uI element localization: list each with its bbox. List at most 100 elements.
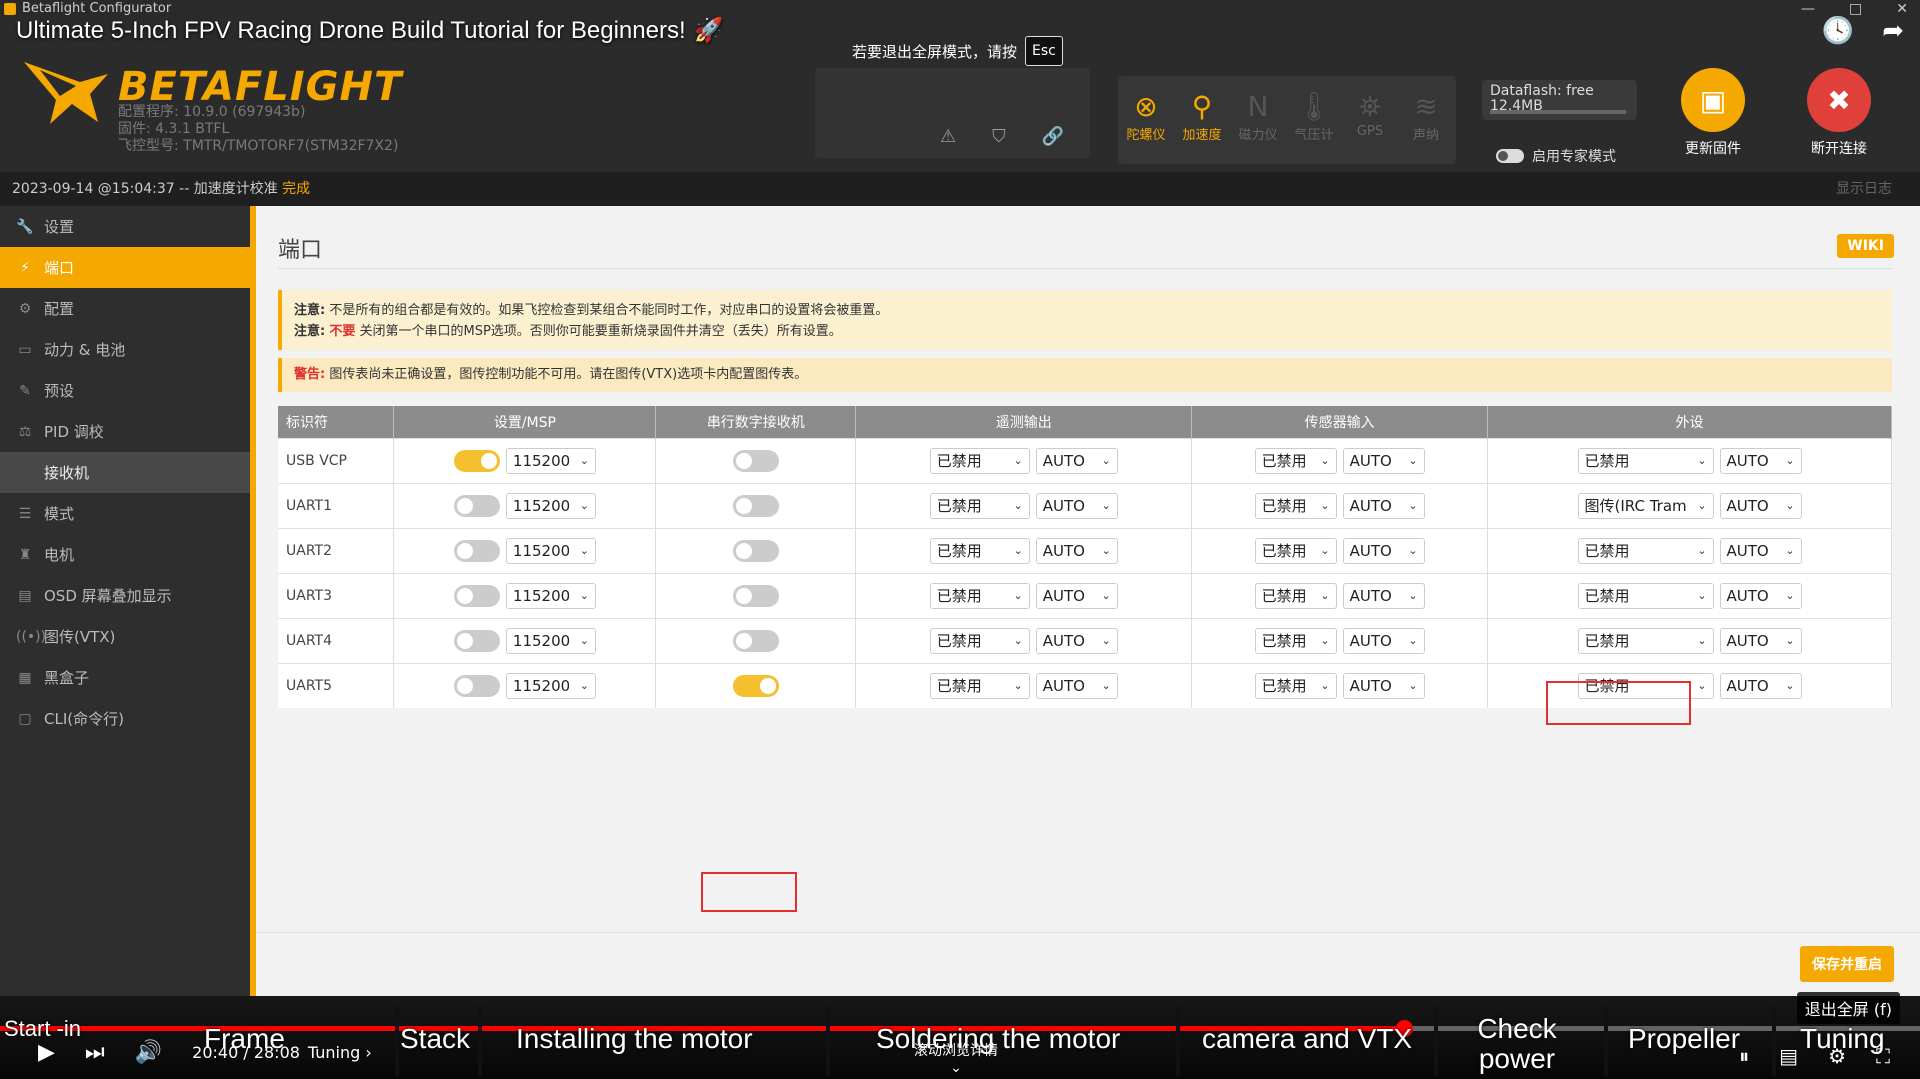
msp-baud-select[interactable]: 115200 ⌄ — [505, 627, 596, 654]
chapter-label[interactable]: Propeller — [1628, 1024, 1740, 1054]
update-firmware-label: 更新固件 — [1685, 141, 1741, 157]
save-reboot-button[interactable]: 保存并重启 — [1800, 946, 1894, 982]
msp-toggle[interactable] — [453, 539, 500, 562]
sensor-select[interactable]: 已禁用 ⌄ — [1254, 582, 1337, 609]
msp-toggle[interactable] — [453, 494, 500, 517]
video-title[interactable]: Ultimate 5-Inch FPV Racing Drone Build T… — [16, 16, 724, 45]
sensor-select[interactable]: 已禁用 ⌄ — [1254, 672, 1337, 699]
chapter-label[interactable]: Check power — [1472, 1014, 1562, 1074]
sidebar-item-setup[interactable]: 🔧 设置 — [0, 206, 250, 247]
sensor-select[interactable]: 已禁用 ⌄ — [1254, 447, 1337, 474]
peripheral-select[interactable]: 图传(IRC Tram ⌄ — [1577, 492, 1714, 519]
sidebar-item-pid[interactable]: ⚖ PID 调校 — [0, 411, 250, 452]
telemetry-select[interactable]: 已禁用 ⌄ — [929, 537, 1030, 564]
telemetry-select[interactable]: 已禁用 ⌄ — [929, 627, 1030, 654]
wiki-button[interactable]: WIKI — [1837, 234, 1894, 258]
peripheral-select[interactable]: 已禁用 ⌄ — [1577, 582, 1714, 609]
sidebar-item-receiver[interactable]: 接收机 — [0, 452, 250, 493]
chapter-label[interactable]: Start -in — [4, 1016, 81, 1042]
chapter-label[interactable]: camera and VTX — [1202, 1024, 1412, 1054]
chapter-label[interactable]: Installing the motor — [516, 1024, 753, 1054]
expert-mode[interactable]: 启用专家模式 — [1496, 146, 1616, 166]
peripheral-baud-select[interactable]: AUTO ⌄ — [1719, 627, 1802, 654]
telemetry-select[interactable]: 已禁用 ⌄ — [929, 447, 1030, 474]
sensor-select[interactable]: 已禁用 ⌄ — [1254, 537, 1337, 564]
peripheral-baud-select[interactable]: AUTO ⌄ — [1719, 537, 1802, 564]
peripheral-baud-select[interactable]: AUTO ⌄ — [1719, 447, 1802, 474]
telemetry-baud-select[interactable]: AUTO ⌄ — [1035, 492, 1118, 519]
exit-fullscreen-icon[interactable]: ⛶ — [1876, 1044, 1890, 1068]
app-icon — [4, 3, 16, 15]
chevron-down-icon: ⌄ — [579, 634, 589, 647]
telemetry-baud-select[interactable]: AUTO ⌄ — [1035, 672, 1118, 699]
telemetry-select[interactable]: 已禁用 ⌄ — [929, 582, 1030, 609]
sensor-baud-select[interactable]: AUTO ⌄ — [1342, 582, 1425, 609]
watch-later-icon[interactable]: 🕓 — [1822, 16, 1854, 46]
msp-toggle[interactable] — [453, 674, 500, 697]
peripheral-select[interactable]: 已禁用 ⌄ — [1577, 447, 1714, 474]
sensor-select[interactable]: 已禁用 ⌄ — [1254, 492, 1337, 519]
serial-rx-toggle[interactable] — [732, 584, 779, 607]
msp-baud-select[interactable]: 115200 ⌄ — [505, 582, 596, 609]
msp-baud-select[interactable]: 115200 ⌄ — [505, 537, 596, 564]
sidebar-item-blackbox[interactable]: ▦ 黑盒子 — [0, 657, 250, 698]
sensor-baud-select[interactable]: AUTO ⌄ — [1342, 492, 1425, 519]
msp-toggle[interactable] — [453, 449, 500, 472]
scroll-details-hint[interactable]: 滚动浏览详情 ⌄ — [914, 1040, 998, 1076]
sensor-select[interactable]: 已禁用 ⌄ — [1254, 627, 1337, 654]
serial-rx-toggle[interactable] — [732, 674, 779, 697]
port-row: USB VCP 115200 ⌄ 已禁用 ⌄ AUTO ⌄ 已禁用 ⌄ AUTO ⌄ 已禁用 ⌄ AUTO… — [278, 437, 1892, 483]
share-icon[interactable]: ➦ — [1882, 16, 1904, 46]
msp-baud-select[interactable]: 115200 ⌄ — [505, 447, 596, 474]
telemetry-baud-select[interactable]: AUTO ⌄ — [1035, 582, 1118, 609]
disconnect-button[interactable]: ✖ 断开连接 — [1794, 68, 1884, 158]
serial-rx-toggle[interactable] — [732, 449, 779, 472]
next-icon[interactable]: ⏭ — [85, 1040, 105, 1065]
minimize-button[interactable]: — — [1801, 0, 1815, 18]
sidebar-item-configuration[interactable]: ⚙ 配置 — [0, 288, 250, 329]
chapter-label[interactable]: Soldering the motor — [876, 1024, 1120, 1054]
sidebar-item-ports[interactable]: ⚡ 端口 — [0, 247, 250, 288]
msp-baud-select[interactable]: 115200 ⌄ — [505, 492, 596, 519]
msp-toggle[interactable] — [453, 584, 500, 607]
sidebar-item-vtx[interactable]: ((•)) 图传(VTX) — [0, 616, 250, 657]
telemetry-baud-select[interactable]: AUTO ⌄ — [1035, 537, 1118, 564]
sidebar-item-power[interactable]: ▭ 动力 & 电池 — [0, 329, 250, 370]
peripheral-select[interactable]: 已禁用 ⌄ — [1577, 627, 1714, 654]
sensor-baud-select[interactable]: AUTO ⌄ — [1342, 447, 1425, 474]
msp-toggle[interactable] — [453, 629, 500, 652]
expert-mode-toggle[interactable] — [1496, 149, 1524, 163]
autoplay-toggle-icon[interactable]: ⏸ — [1739, 1044, 1749, 1068]
peripheral-baud-select[interactable]: AUTO ⌄ — [1719, 582, 1802, 609]
sidebar-item-modes[interactable]: ☰ 模式 — [0, 493, 250, 534]
sensor-baud-select[interactable]: AUTO ⌄ — [1342, 537, 1425, 564]
subtitles-icon[interactable]: ▤ — [1779, 1044, 1798, 1068]
sidebar-item-motors[interactable]: ♜ 电机 — [0, 534, 250, 575]
current-chapter[interactable]: Tuning › — [308, 1043, 372, 1062]
chevron-down-icon: ⌄ — [1408, 634, 1418, 647]
play-icon[interactable]: ▶ — [38, 1040, 55, 1065]
chapter-label[interactable]: Stack — [400, 1024, 470, 1054]
update-firmware-button[interactable]: ▣ 更新固件 — [1668, 68, 1758, 158]
telemetry-baud-select[interactable]: AUTO ⌄ — [1035, 627, 1118, 654]
peripheral-baud-select[interactable]: AUTO ⌄ — [1719, 672, 1802, 699]
volume-icon[interactable]: 🔊 — [135, 1040, 162, 1065]
msp-baud-select[interactable]: 115200 ⌄ — [505, 672, 596, 699]
sidebar-item-osd[interactable]: ▤ OSD 屏幕叠加显示 — [0, 575, 250, 616]
serial-rx-toggle[interactable] — [732, 494, 779, 517]
chevron-down-icon: ⌄ — [1697, 634, 1707, 647]
telemetry-select[interactable]: 已禁用 ⌄ — [929, 672, 1030, 699]
telemetry-baud-select[interactable]: AUTO ⌄ — [1035, 447, 1118, 474]
show-log-link[interactable]: 显示日志 — [1836, 172, 1892, 206]
plug-icon: ⚡ — [20, 259, 30, 276]
sidebar-item-cli[interactable]: ▢ CLI(命令行) — [0, 698, 250, 739]
sensor-baud-select[interactable]: AUTO ⌄ — [1342, 627, 1425, 654]
serial-rx-toggle[interactable] — [732, 629, 779, 652]
telemetry-select[interactable]: 已禁用 ⌄ — [929, 492, 1030, 519]
serial-rx-toggle[interactable] — [732, 539, 779, 562]
peripheral-select[interactable]: 已禁用 ⌄ — [1577, 537, 1714, 564]
sensor-baud-select[interactable]: AUTO ⌄ — [1342, 672, 1425, 699]
settings-icon[interactable]: ⚙ — [1828, 1044, 1846, 1068]
peripheral-baud-select[interactable]: AUTO ⌄ — [1719, 492, 1802, 519]
sidebar-item-presets[interactable]: ✎ 预设 — [0, 370, 250, 411]
